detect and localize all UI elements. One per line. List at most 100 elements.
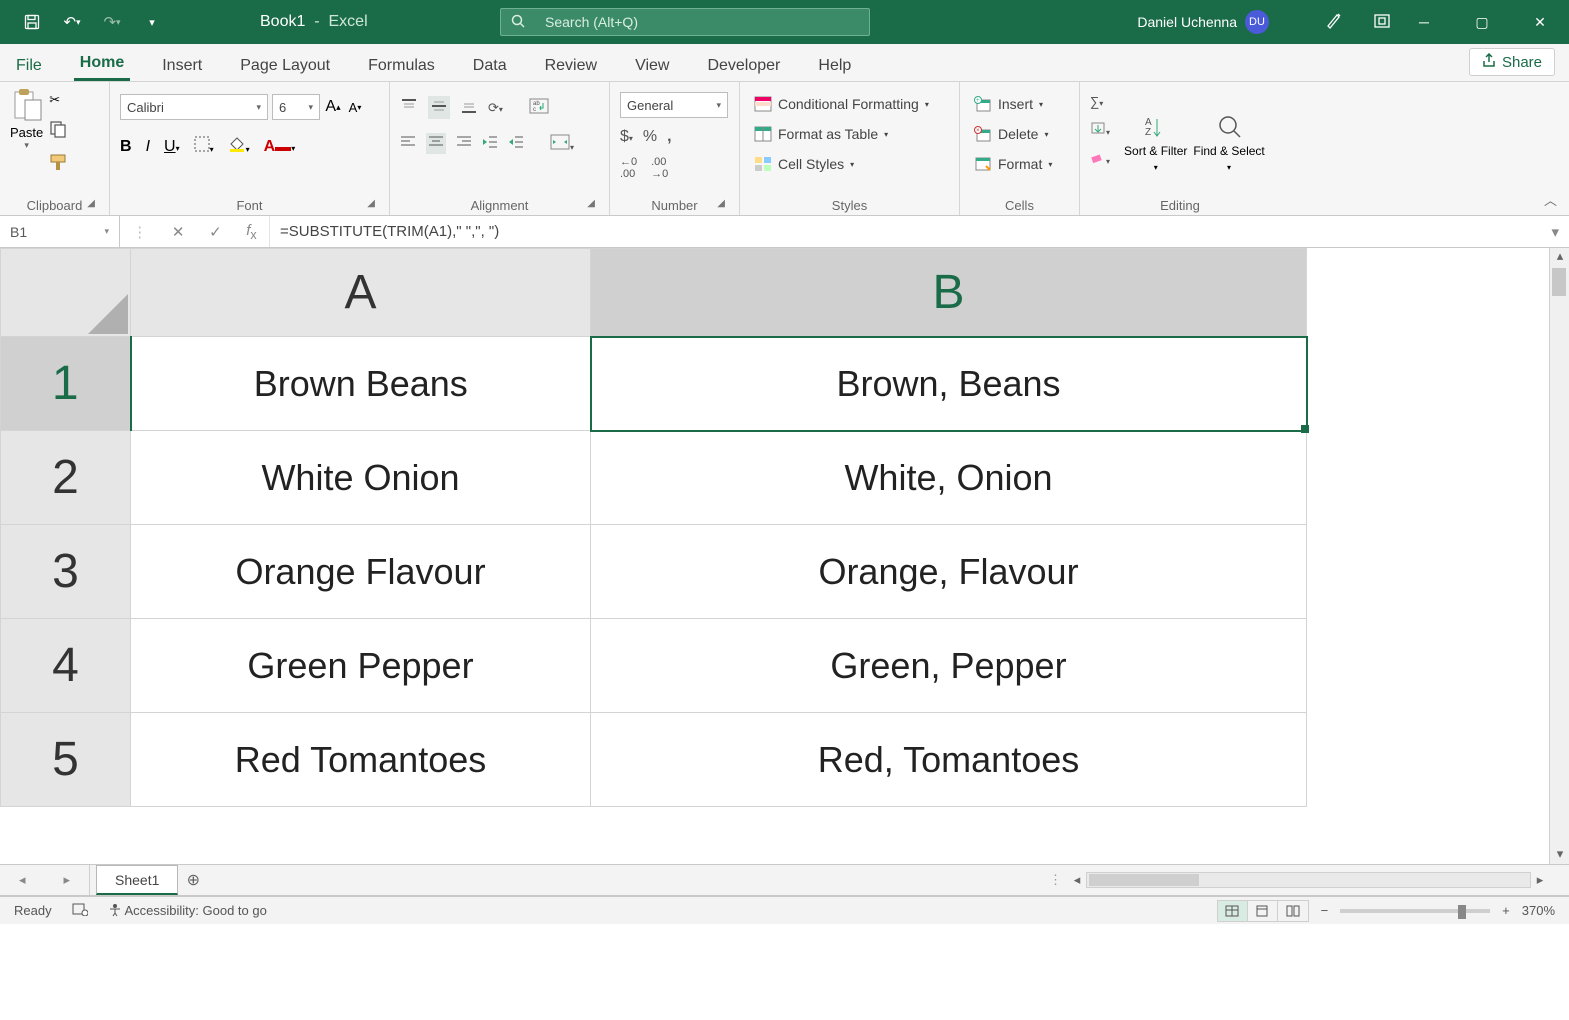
font-color-button[interactable]: A▾ — [264, 138, 296, 156]
tab-home[interactable]: Home — [74, 48, 130, 81]
insert-function-button[interactable]: fx — [246, 222, 256, 242]
cell-a3[interactable]: Orange Flavour — [131, 525, 591, 619]
zoom-knob[interactable] — [1458, 905, 1466, 919]
cell-styles-button[interactable]: Cell Styles▾ — [750, 154, 949, 174]
sheet-next-button[interactable]: ▸ — [63, 872, 70, 888]
number-launcher[interactable]: ◢ — [717, 198, 725, 209]
clipboard-launcher[interactable]: ◢ — [87, 198, 95, 209]
tab-review[interactable]: Review — [539, 51, 603, 81]
cell-b2[interactable]: White, Onion — [591, 431, 1307, 525]
ribbon-display-icon[interactable] — [1373, 12, 1391, 33]
decrease-indent-icon[interactable] — [482, 135, 498, 152]
hscroll-right-arrow[interactable]: ▸ — [1531, 872, 1549, 888]
page-layout-view-button[interactable] — [1248, 901, 1278, 921]
conditional-formatting-button[interactable]: Conditional Formatting▾ — [750, 94, 949, 114]
row-header-5[interactable]: 5 — [1, 713, 131, 807]
increase-font-button[interactable]: A▴ — [324, 98, 342, 116]
tab-view[interactable]: View — [629, 51, 675, 81]
row-header-2[interactable]: 2 — [1, 431, 131, 525]
scroll-down-arrow[interactable]: ▾ — [1550, 846, 1569, 864]
close-button[interactable]: ✕ — [1511, 0, 1569, 44]
sheet-prev-button[interactable]: ◂ — [19, 872, 26, 888]
insert-cells-button[interactable]: + Insert▾ — [970, 94, 1069, 114]
cell-a2[interactable]: White Onion — [131, 431, 591, 525]
row-header-4[interactable]: 4 — [1, 619, 131, 713]
tab-formulas[interactable]: Formulas — [362, 51, 441, 81]
cell-b4[interactable]: Green, Pepper — [591, 619, 1307, 713]
name-box[interactable]: B1 ▾ — [0, 216, 120, 247]
collapse-ribbon-button[interactable]: ︿ — [1544, 190, 1557, 209]
clear-button[interactable]: ▾ — [1090, 150, 1110, 167]
increase-decimal-button[interactable]: ←0.00 — [620, 156, 637, 180]
row-header-3[interactable]: 3 — [1, 525, 131, 619]
find-select-button[interactable]: Find & Select▾ — [1193, 113, 1264, 173]
minimize-button[interactable]: ─ — [1395, 0, 1453, 44]
cell-b1[interactable]: Brown, Beans — [591, 337, 1307, 431]
delete-cells-button[interactable]: × Delete▾ — [970, 124, 1069, 144]
hscroll-thumb[interactable] — [1089, 874, 1199, 886]
wrap-text-button[interactable]: abc — [529, 98, 549, 117]
format-as-table-button[interactable]: Format as Table▾ — [750, 124, 949, 144]
fill-color-button[interactable]: ▾ — [228, 136, 250, 157]
format-painter-button[interactable] — [49, 153, 69, 174]
cancel-formula-button[interactable]: ✕ — [172, 223, 185, 241]
undo-button[interactable]: ↶▾ — [54, 8, 90, 36]
alignment-launcher[interactable]: ◢ — [587, 198, 595, 209]
align-left-icon[interactable] — [400, 135, 416, 152]
tab-data[interactable]: Data — [467, 51, 513, 81]
cell-a5[interactable]: Red Tomantoes — [131, 713, 591, 807]
maximize-button[interactable]: ▢ — [1453, 0, 1511, 44]
share-button[interactable]: Share — [1469, 48, 1555, 76]
row-header-1[interactable]: 1 — [1, 337, 131, 431]
number-format-combo[interactable]: General▾ — [620, 92, 728, 118]
merge-center-button[interactable]: ▾ — [550, 134, 574, 153]
coming-soon-icon[interactable] — [1325, 12, 1343, 33]
scroll-up-arrow[interactable]: ▴ — [1550, 248, 1569, 266]
underline-button[interactable]: U▾ — [164, 138, 180, 156]
qat-customize-button[interactable]: ▾ — [134, 8, 170, 36]
formula-menu-icon[interactable]: ⋮ — [132, 223, 147, 241]
column-header-b[interactable]: B — [591, 249, 1307, 337]
horizontal-scrollbar[interactable]: ⋮ ◂ ▸ — [1049, 871, 1549, 889]
decrease-font-button[interactable]: A▾ — [346, 98, 364, 116]
vertical-scrollbar[interactable]: ▴ ▾ — [1549, 248, 1569, 864]
expand-formula-bar-button[interactable]: ▾ — [1551, 223, 1559, 241]
font-name-combo[interactable]: Calibri▾ — [120, 94, 268, 120]
sort-filter-button[interactable]: AZ Sort & Filter▾ — [1124, 113, 1187, 173]
new-sheet-button[interactable]: ⊕ — [178, 870, 208, 890]
column-header-a[interactable]: A — [131, 249, 591, 337]
orientation-button[interactable]: ⟳▾ — [488, 100, 503, 116]
zoom-out-button[interactable]: − — [1321, 903, 1329, 918]
sheet-tab-1[interactable]: Sheet1 — [96, 865, 178, 895]
fill-button[interactable]: ▾ — [1090, 121, 1110, 138]
account-control[interactable]: Daniel Uchenna DU — [1137, 10, 1269, 34]
accounting-button[interactable]: $▾ — [620, 128, 633, 146]
tab-insert[interactable]: Insert — [156, 51, 208, 81]
tab-file[interactable]: File — [10, 51, 48, 81]
accessibility-status[interactable]: Accessibility: Good to go — [108, 903, 267, 918]
autosum-button[interactable]: ∑▾ — [1090, 94, 1110, 109]
copy-button[interactable] — [49, 120, 69, 141]
cell-b5[interactable]: Red, Tomantoes — [591, 713, 1307, 807]
zoom-level[interactable]: 370% — [1522, 903, 1555, 918]
decrease-decimal-button[interactable]: .00→0 — [651, 156, 668, 180]
macro-record-icon[interactable] — [72, 902, 88, 919]
cell-a1[interactable]: Brown Beans — [131, 337, 591, 431]
bold-button[interactable]: B — [120, 138, 132, 156]
accept-formula-button[interactable]: ✓ — [209, 223, 222, 241]
align-middle-icon[interactable] — [428, 96, 450, 119]
tab-developer[interactable]: Developer — [701, 51, 786, 81]
zoom-slider[interactable] — [1340, 909, 1490, 913]
select-all-corner[interactable] — [1, 249, 131, 337]
align-center-icon[interactable] — [426, 133, 446, 154]
zoom-in-button[interactable]: + — [1502, 903, 1510, 918]
worksheet-grid[interactable]: A B 1 Brown Beans Brown, Beans 2 White O… — [0, 248, 1569, 864]
increase-indent-icon[interactable] — [508, 135, 524, 152]
italic-button[interactable]: I — [146, 138, 150, 156]
save-button[interactable] — [14, 8, 50, 36]
font-size-combo[interactable]: 6▾ — [272, 94, 320, 120]
redo-button[interactable]: ↷▾ — [94, 8, 130, 36]
align-top-icon[interactable] — [400, 98, 418, 117]
normal-view-button[interactable] — [1218, 901, 1248, 921]
font-launcher[interactable]: ◢ — [367, 198, 375, 209]
